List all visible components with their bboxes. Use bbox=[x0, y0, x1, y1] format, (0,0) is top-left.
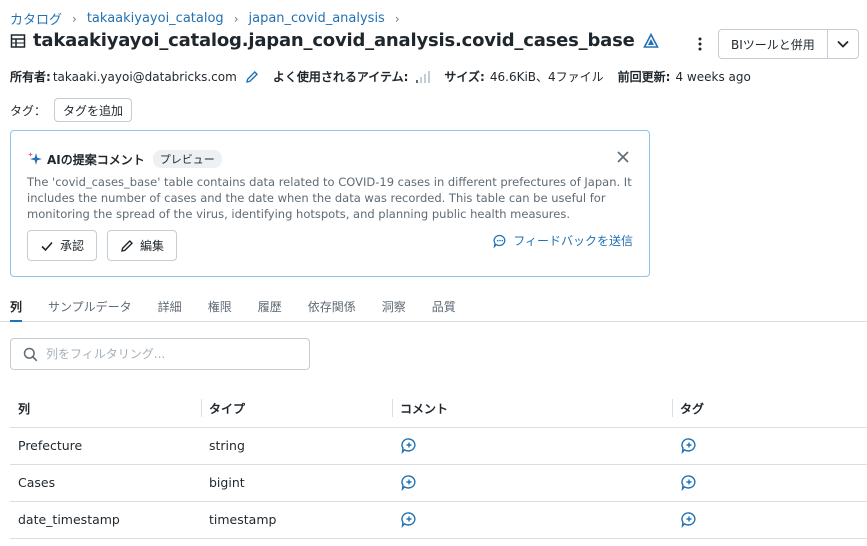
check-icon bbox=[41, 241, 53, 251]
header-type: タイプ bbox=[201, 390, 392, 428]
tags-label: タグ： bbox=[10, 103, 47, 118]
edit-owner-icon[interactable] bbox=[245, 70, 259, 84]
column-type: bigint bbox=[201, 464, 392, 502]
add-tag-button[interactable]: タグを追加 bbox=[54, 98, 133, 122]
ai-comment-text: The 'covid_cases_base' table contains da… bbox=[27, 175, 632, 221]
tab-insights[interactable]: 洞察 bbox=[382, 292, 406, 321]
breadcrumb-separator: › bbox=[233, 11, 239, 26]
add-comment-icon[interactable] bbox=[400, 511, 418, 529]
add-comment-icon[interactable] bbox=[400, 474, 418, 492]
column-name: Prefecture bbox=[10, 427, 201, 465]
tab-bar: 列 サンプルデータ 詳細 権限 履歴 依存関係 洞察 品質 bbox=[0, 292, 867, 322]
column-name: date_timestamp bbox=[10, 501, 201, 539]
sparkle-icon bbox=[28, 152, 42, 165]
header-comment: コメント bbox=[392, 390, 672, 428]
tab-quality[interactable]: 品質 bbox=[432, 292, 456, 321]
search-icon bbox=[23, 347, 38, 361]
breadcrumb-item-schema[interactable]: japan_covid_analysis bbox=[249, 11, 385, 26]
table-row: date_timestamp timestamp bbox=[10, 501, 867, 539]
close-icon[interactable] bbox=[615, 149, 631, 165]
ai-comment-title: AIの提案コメント bbox=[47, 152, 145, 167]
page-title: takaakiyayoi_catalog.japan_covid_analysi… bbox=[33, 30, 635, 51]
send-feedback-link[interactable]: フィードバックを送信 bbox=[493, 232, 633, 249]
add-tag-icon[interactable] bbox=[680, 437, 698, 455]
tab-permissions[interactable]: 権限 bbox=[208, 292, 232, 321]
page-header: takaakiyayoi_catalog.japan_covid_analysi… bbox=[10, 30, 659, 51]
updated-value: 4 weeks ago bbox=[675, 69, 751, 84]
updated-label: 前回更新: bbox=[617, 70, 671, 84]
tab-sample-data[interactable]: サンプルデータ bbox=[48, 292, 132, 321]
pencil-icon bbox=[121, 239, 134, 252]
approve-button[interactable]: 承認 bbox=[27, 230, 98, 261]
owner-value: takaaki.yayoi@databricks.com bbox=[52, 69, 237, 84]
tab-history[interactable]: 履歴 bbox=[258, 292, 282, 321]
header-column: 列 bbox=[10, 390, 201, 428]
edit-button[interactable]: 編集 bbox=[107, 230, 178, 261]
column-filter bbox=[10, 338, 310, 370]
table-header-row: 列 タイプ コメント タグ bbox=[10, 390, 867, 428]
more-options-icon[interactable] bbox=[692, 32, 708, 56]
feedback-label: フィードバックを送信 bbox=[513, 234, 633, 248]
add-comment-icon[interactable] bbox=[400, 437, 418, 455]
tab-columns[interactable]: 列 bbox=[10, 292, 23, 322]
breadcrumb-item-catalog[interactable]: takaakiyayoi_catalog bbox=[87, 11, 224, 26]
filter-columns-input[interactable] bbox=[46, 347, 296, 361]
tab-lineage[interactable]: 依存関係 bbox=[308, 292, 356, 321]
size-label: サイズ: bbox=[444, 70, 485, 84]
delta-table-icon bbox=[642, 32, 659, 48]
add-tag-icon[interactable] bbox=[680, 511, 698, 529]
table-row: Prefecture string bbox=[10, 427, 867, 465]
bi-tools-button[interactable]: BIツールと併用 bbox=[719, 30, 828, 58]
table-icon bbox=[10, 33, 26, 48]
ai-comment-header: AIの提案コメント プレビュー bbox=[27, 150, 222, 168]
tags-row: タグ： タグを追加 bbox=[10, 98, 133, 122]
table-row: Cases bigint bbox=[10, 464, 867, 502]
edit-label: 編集 bbox=[140, 239, 165, 253]
header-tags: タグ bbox=[672, 390, 867, 428]
table-metadata: 所有者: takaaki.yayoi@databricks.com よく使用され… bbox=[10, 68, 751, 85]
bi-tools-button-group: BIツールと併用 bbox=[718, 29, 859, 59]
frequent-items-label: よく使用されるアイテム: bbox=[272, 70, 409, 84]
ai-suggested-comment-panel: AIの提案コメント プレビュー The 'covid_cases_base' t… bbox=[10, 130, 650, 277]
size-value: 46.6KiB、4ファイル bbox=[489, 70, 604, 84]
breadcrumb: カタログ › takaakiyayoi_catalog › japan_covi… bbox=[10, 9, 410, 28]
approve-label: 承認 bbox=[60, 239, 85, 253]
breadcrumb-separator: › bbox=[394, 11, 400, 26]
column-name: Cases bbox=[10, 464, 201, 502]
usage-bars-icon bbox=[416, 70, 431, 83]
add-tag-icon[interactable] bbox=[680, 474, 698, 492]
column-type: string bbox=[201, 427, 392, 465]
chevron-down-icon[interactable] bbox=[828, 30, 858, 58]
columns-table: 列 タイプ コメント タグ Prefecture string Cases bi… bbox=[10, 390, 867, 539]
breadcrumb-item-catalogs[interactable]: カタログ bbox=[10, 9, 62, 28]
feedback-icon bbox=[493, 234, 506, 248]
tab-details[interactable]: 詳細 bbox=[158, 292, 182, 321]
ai-comment-actions: 承認 編集 bbox=[27, 230, 178, 261]
breadcrumb-separator: › bbox=[72, 11, 77, 26]
preview-badge: プレビュー bbox=[152, 150, 222, 168]
owner-label: 所有者: bbox=[10, 70, 51, 84]
column-type: timestamp bbox=[201, 501, 392, 539]
